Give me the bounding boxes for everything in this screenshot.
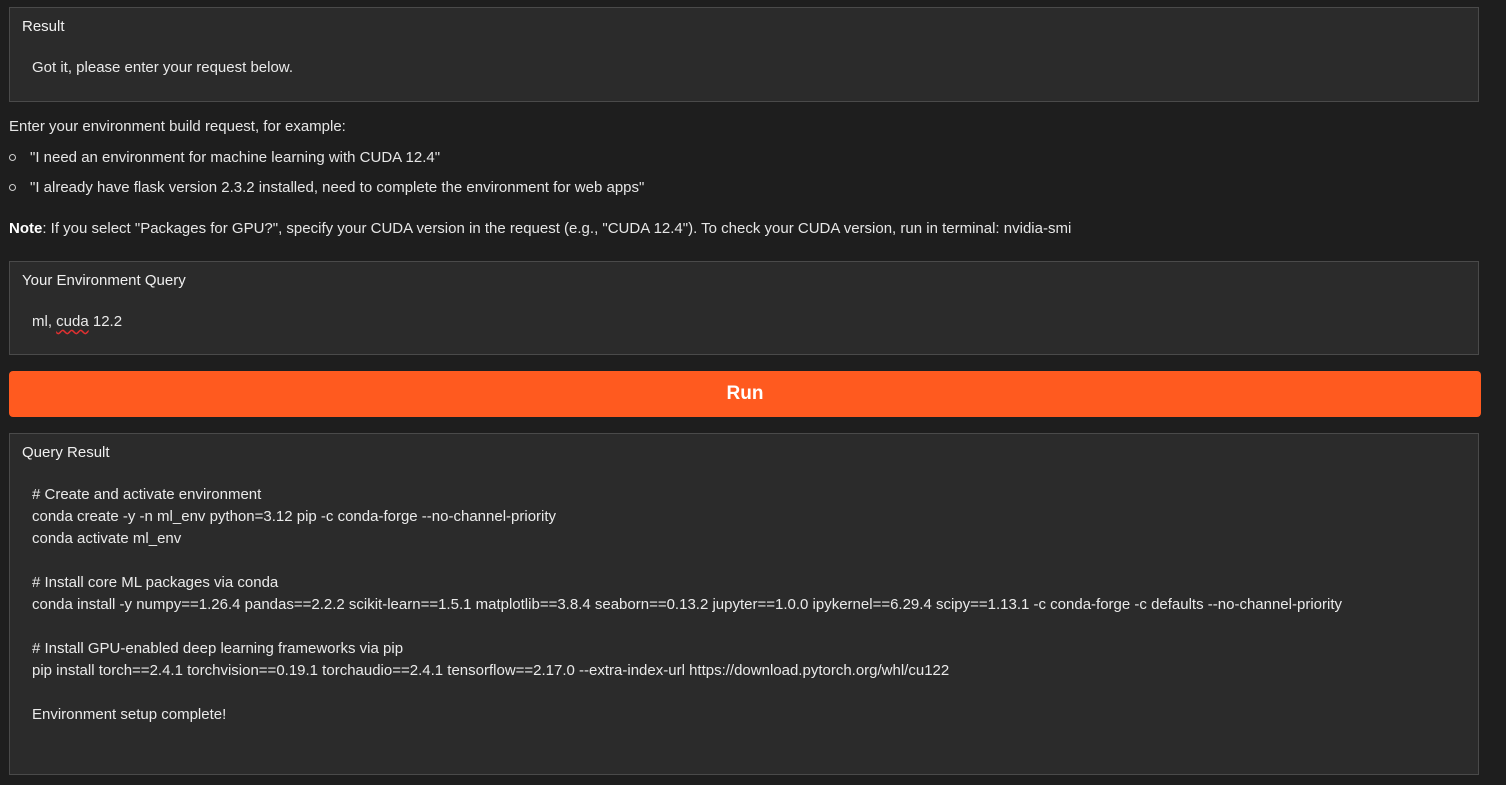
run-button[interactable]: Run [9, 371, 1481, 417]
output-line: Environment setup complete! [32, 706, 227, 723]
query-panel: Your Environment Query ml, cuda 12.2 [9, 261, 1479, 355]
output-line: # Create and activate environment [32, 486, 262, 503]
query-value-prefix: ml, [32, 313, 57, 330]
query-result-label: Query Result [22, 444, 110, 461]
instructions-intro: Enter your environment build request, fo… [9, 118, 346, 135]
output-line: # Install GPU-enabled deep learning fram… [32, 640, 404, 657]
result-text: Got it, please enter your request below. [32, 59, 293, 76]
result-label: Result [22, 18, 65, 35]
note-label: Note [9, 220, 43, 237]
output-line: conda install -y numpy==1.26.4 pandas==2… [32, 596, 1342, 613]
example-text: "I need an environment for machine learn… [30, 149, 441, 166]
query-result-output: # Create and activate environment conda … [32, 484, 1432, 726]
bullet-icon [9, 153, 16, 161]
output-line: pip install torch==2.4.1 torchvision==0.… [32, 662, 950, 679]
example-text: "I already have flask version 2.3.2 inst… [30, 179, 645, 196]
result-panel: Result Got it, please enter your request… [9, 7, 1479, 102]
bullet-icon [9, 183, 16, 191]
query-result-panel: Query Result # Create and activate envir… [9, 433, 1479, 775]
query-label: Your Environment Query [22, 272, 186, 289]
output-line: conda create -y -n ml_env python=3.12 pi… [32, 508, 557, 525]
output-line: conda activate ml_env [32, 530, 182, 547]
query-input[interactable]: ml, cuda 12.2 [32, 311, 1438, 333]
query-value-suffix: 12.2 [88, 313, 123, 330]
output-line: # Install core ML packages via conda [32, 574, 279, 591]
example-item: "I already have flask version 2.3.2 inst… [9, 179, 644, 196]
query-value-misspelled: cuda [56, 313, 89, 330]
note-text: : If you select "Packages for GPU?", spe… [42, 220, 1072, 237]
note: Note: If you select "Packages for GPU?",… [9, 220, 1071, 237]
example-item: "I need an environment for machine learn… [9, 149, 440, 166]
